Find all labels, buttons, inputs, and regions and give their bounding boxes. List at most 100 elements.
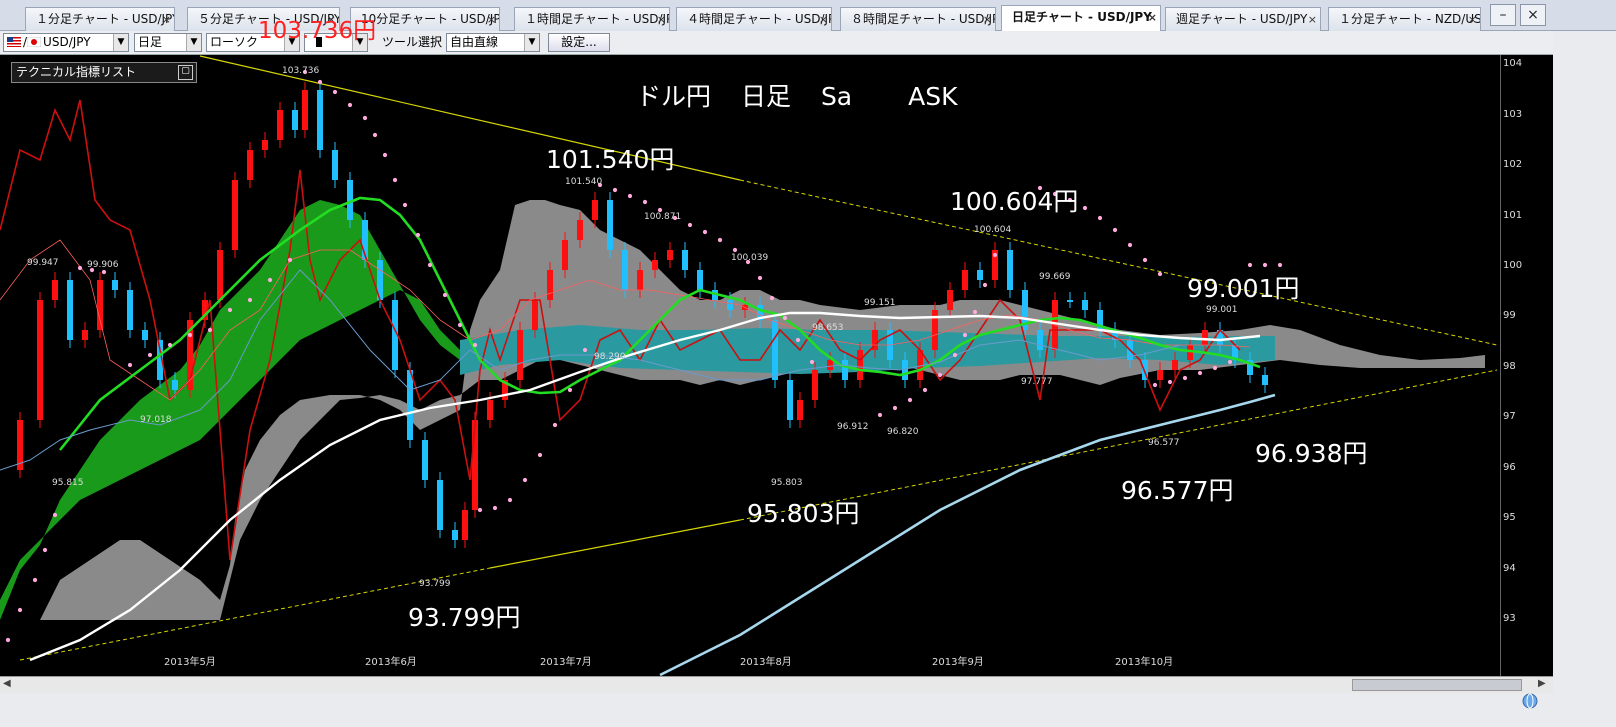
candle-body bbox=[1037, 330, 1043, 350]
psar-dot bbox=[427, 262, 433, 268]
candle-body bbox=[827, 360, 833, 370]
candle-body bbox=[812, 370, 818, 400]
annotation-96938: 96.938円 bbox=[1255, 439, 1368, 468]
psar-dot bbox=[702, 229, 708, 235]
tab-weekly-usdjpy[interactable]: 週足チャート - USD/JPY × bbox=[1165, 7, 1321, 31]
toolbar: / USD/JPY ▼ 日足 ▼ ローソク ▼ ▼ ツール選択 自由直線 ▼ 設定... bbox=[0, 31, 1616, 55]
candle-body bbox=[37, 300, 43, 420]
tool-select-label: ツール選択 bbox=[382, 35, 443, 49]
price-label: 93.799 bbox=[419, 579, 451, 589]
annotation-99001: 99.001円 bbox=[1187, 274, 1300, 303]
candle-body bbox=[302, 90, 308, 130]
price-label: 100.871 bbox=[644, 212, 682, 222]
psar-dot bbox=[795, 337, 801, 343]
tab-1min-nzdusd[interactable]: １分足チャート - NZD/USD × bbox=[1328, 7, 1481, 31]
tab-label: ８時間足チャート - USD/JPY bbox=[851, 12, 996, 26]
us-flag-icon bbox=[7, 37, 21, 47]
line-tool-select[interactable]: 自由直線 ▼ bbox=[446, 33, 540, 52]
minimize-button[interactable]: – bbox=[1490, 4, 1516, 26]
y-tick: 102 bbox=[1503, 159, 1523, 170]
candle-body bbox=[82, 330, 88, 340]
psar-dot bbox=[267, 277, 273, 283]
tab-8hour-usdjpy[interactable]: ８時間足チャート - USD/JPY × bbox=[840, 7, 996, 31]
tab-label: 日足チャート - USD/JPY bbox=[1012, 10, 1152, 24]
candle-body bbox=[727, 300, 733, 310]
status-globe-icon bbox=[1522, 693, 1538, 709]
symbol-select[interactable]: / USD/JPY ▼ bbox=[3, 33, 129, 52]
settings-button[interactable]: 設定... bbox=[548, 33, 610, 52]
line-tool-value: 自由直線 bbox=[450, 35, 499, 49]
technical-indicator-list-label: テクニカル指標リスト bbox=[16, 65, 137, 79]
psar-dot bbox=[567, 387, 573, 393]
technical-indicator-list[interactable]: テクニカル指標リスト ▢ bbox=[11, 62, 197, 83]
candle-body bbox=[247, 150, 253, 180]
price-label: 100.039 bbox=[731, 253, 769, 263]
candle-body bbox=[172, 380, 178, 390]
timeframe-select[interactable]: 日足 ▼ bbox=[134, 33, 202, 52]
psar-dot bbox=[687, 222, 693, 228]
close-icon[interactable]: × bbox=[1308, 8, 1317, 31]
candle-body bbox=[592, 200, 598, 220]
title-pair: ドル円 bbox=[636, 82, 712, 111]
candle-body bbox=[1067, 300, 1073, 302]
psar-dot bbox=[922, 387, 928, 393]
close-icon[interactable]: × bbox=[487, 8, 496, 31]
price-label: 95.803 bbox=[771, 478, 803, 488]
psar-dot bbox=[382, 152, 388, 158]
candle-body bbox=[1172, 360, 1178, 370]
timeframe-value: 日足 bbox=[138, 35, 163, 49]
price-label: 95.815 bbox=[52, 478, 84, 488]
x-axis-label: 2013年7月 bbox=[540, 657, 592, 668]
close-icon[interactable]: × bbox=[819, 8, 828, 31]
annotation-95803: 95.803円 bbox=[747, 499, 860, 528]
candle-body bbox=[127, 290, 133, 330]
window-close-button[interactable]: × bbox=[1520, 4, 1546, 26]
psar-dot bbox=[982, 282, 988, 288]
candle-body bbox=[292, 110, 298, 130]
price-axis[interactable]: 104 103 102 101 100 99 98 97 96 95 94 93 bbox=[1500, 55, 1554, 676]
horizontal-scrollbar[interactable]: ◀ ▶ bbox=[0, 676, 1553, 693]
price-label: 98.290 bbox=[594, 352, 626, 362]
symbol-value: USD/JPY bbox=[43, 35, 91, 49]
psar-dot bbox=[167, 342, 173, 348]
close-icon[interactable]: × bbox=[1148, 6, 1157, 29]
right-side-panel bbox=[1553, 31, 1616, 727]
close-icon[interactable]: × bbox=[1468, 8, 1477, 31]
psar-dot bbox=[317, 79, 323, 85]
price-label: 96.820 bbox=[887, 427, 919, 437]
close-icon[interactable]: × bbox=[657, 8, 666, 31]
price-chart[interactable] bbox=[0, 55, 1500, 676]
psar-dot bbox=[717, 237, 723, 243]
candle-body bbox=[452, 530, 458, 540]
x-axis-label: 2013年6月 bbox=[365, 657, 417, 668]
psar-dot bbox=[52, 512, 58, 518]
psar-dot bbox=[207, 327, 213, 333]
close-icon[interactable]: × bbox=[983, 8, 992, 31]
candle-body bbox=[142, 330, 148, 340]
scroll-left-icon[interactable]: ◀ bbox=[3, 678, 11, 689]
psar-dot bbox=[477, 507, 483, 513]
tab-1hour-usdjpy[interactable]: １時間足チャート - USD/JPY × bbox=[514, 7, 670, 31]
psar-dot bbox=[415, 232, 421, 238]
close-icon[interactable]: × bbox=[162, 8, 171, 31]
price-label: 99.151 bbox=[864, 298, 896, 308]
candle-body bbox=[577, 220, 583, 240]
price-label: 97.777 bbox=[1021, 377, 1053, 387]
psar-dot bbox=[1227, 359, 1233, 365]
y-tick: 100 bbox=[1503, 260, 1523, 271]
tab-4hour-usdjpy[interactable]: ４時間足チャート - USD/JPY × bbox=[676, 7, 832, 31]
psar-dot bbox=[332, 89, 338, 95]
scrollbar-thumb[interactable] bbox=[1352, 679, 1522, 691]
psar-dot bbox=[537, 452, 543, 458]
psar-dot bbox=[5, 637, 11, 643]
psar-dot bbox=[101, 269, 107, 275]
tab-1min-usdjpy[interactable]: １分足チャート - USD/JPY × bbox=[25, 7, 175, 31]
psar-dot bbox=[757, 275, 763, 281]
psar-dot bbox=[769, 295, 775, 301]
candle-body bbox=[67, 280, 73, 340]
chart-area[interactable]: テクニカル指標リスト ▢ ドル円 日足 Sa ASK 101.540円 100.… bbox=[0, 55, 1500, 676]
scroll-right-icon[interactable]: ▶ bbox=[1538, 678, 1546, 689]
minimize-icon[interactable]: ▢ bbox=[178, 65, 193, 80]
candle-body bbox=[547, 270, 553, 300]
tab-daily-usdjpy[interactable]: 日足チャート - USD/JPY × bbox=[1001, 5, 1161, 32]
